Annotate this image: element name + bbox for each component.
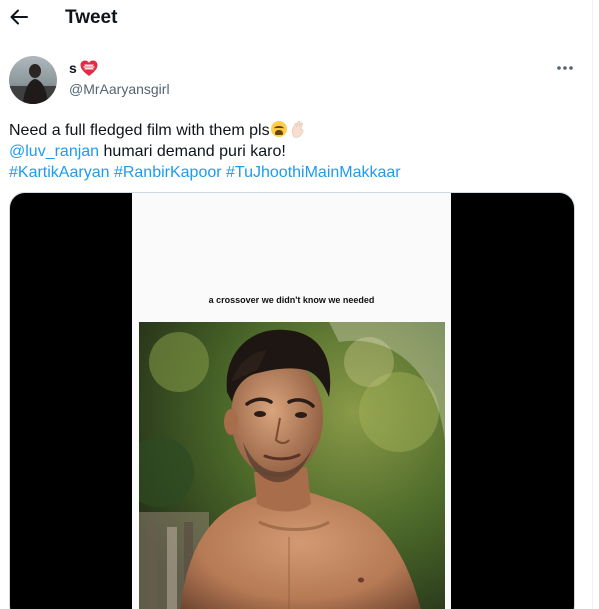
author-name[interactable]: s [69, 60, 98, 77]
tweet-text: Need a full fledged film with them pls @… [9, 120, 579, 183]
author-handle[interactable]: @MrAaryansgirl [69, 81, 170, 98]
tweet-line-1: Need a full fledged film with them pls [9, 120, 579, 141]
tweet-line-2: @luv_ranjan humari demand puri karo! [9, 141, 579, 162]
tweet-text-line2: humari demand puri karo! [99, 143, 286, 160]
hashtag-link[interactable]: #RanbirKapoor [114, 164, 222, 181]
page-title: Tweet [65, 7, 118, 28]
column-divider [592, 0, 593, 609]
hashtag-link[interactable]: #KartikAaryan [9, 164, 110, 181]
tweet-detail-page: Tweet s @MrAaryansgirl Need a full fledg… [0, 0, 599, 609]
avatar[interactable] [9, 56, 57, 104]
video-caption: a crossover we didn't know we needed [208, 295, 375, 305]
more-options-button[interactable] [552, 58, 578, 78]
mention-link[interactable]: @luv_ranjan [9, 143, 99, 160]
back-button[interactable] [4, 2, 34, 32]
video-still-image [139, 322, 445, 609]
tweet-text-line1: Need a full fledged film with them pls [9, 122, 270, 139]
page-header: Tweet [0, 0, 592, 36]
video-frame: a crossover we didn't know we needed [132, 193, 451, 609]
tweet-video[interactable]: a crossover we didn't know we needed [9, 192, 575, 609]
author-display-name: s [69, 60, 77, 76]
hashtag-link[interactable]: #TuJhoothiMainMakkaar [226, 164, 401, 181]
more-horizontal-icon [557, 66, 573, 70]
heart-with-ribbon-icon [80, 60, 98, 76]
hashtag-line: #KartikAaryan #RanbirKapoor #TuJhoothiMa… [9, 162, 579, 183]
pinching-hand-emoji [291, 120, 303, 138]
arrow-left-icon [10, 9, 28, 25]
weary-face-emoji [270, 121, 287, 137]
